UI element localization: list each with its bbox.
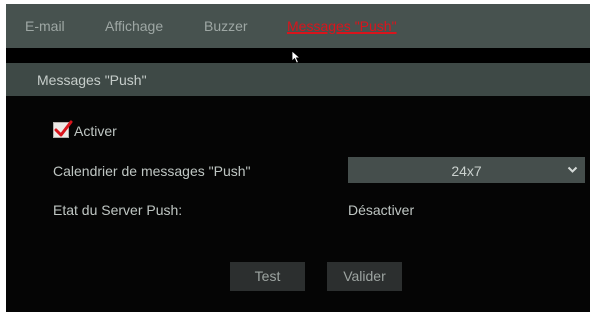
tab-push-messages[interactable]: Messages "Push" <box>287 18 397 34</box>
settings-panel: E-mail Affichage Buzzer Messages "Push" … <box>6 4 590 312</box>
enable-label: Activer <box>74 123 117 139</box>
test-button[interactable]: Test <box>230 262 305 291</box>
tab-display[interactable]: Affichage <box>105 18 163 34</box>
schedule-select-value: 24x7 <box>451 163 482 179</box>
chevron-down-icon <box>567 166 578 173</box>
server-status-value: Désactiver <box>348 202 415 218</box>
apply-button[interactable]: Valider <box>327 262 402 291</box>
section-header: Messages "Push" <box>6 63 590 96</box>
tab-email[interactable]: E-mail <box>25 18 65 34</box>
tab-bar: E-mail Affichage Buzzer Messages "Push" <box>6 4 590 48</box>
tab-buzzer[interactable]: Buzzer <box>204 18 248 34</box>
server-status-label: Etat du Server Push: <box>53 202 183 218</box>
section-title: Messages "Push" <box>37 72 147 88</box>
check-icon <box>54 120 73 137</box>
mouse-pointer-icon <box>291 50 302 64</box>
schedule-label: Calendrier de messages "Push" <box>53 163 251 179</box>
schedule-select[interactable]: 24x7 <box>348 157 585 183</box>
enable-checkbox[interactable] <box>53 120 73 138</box>
